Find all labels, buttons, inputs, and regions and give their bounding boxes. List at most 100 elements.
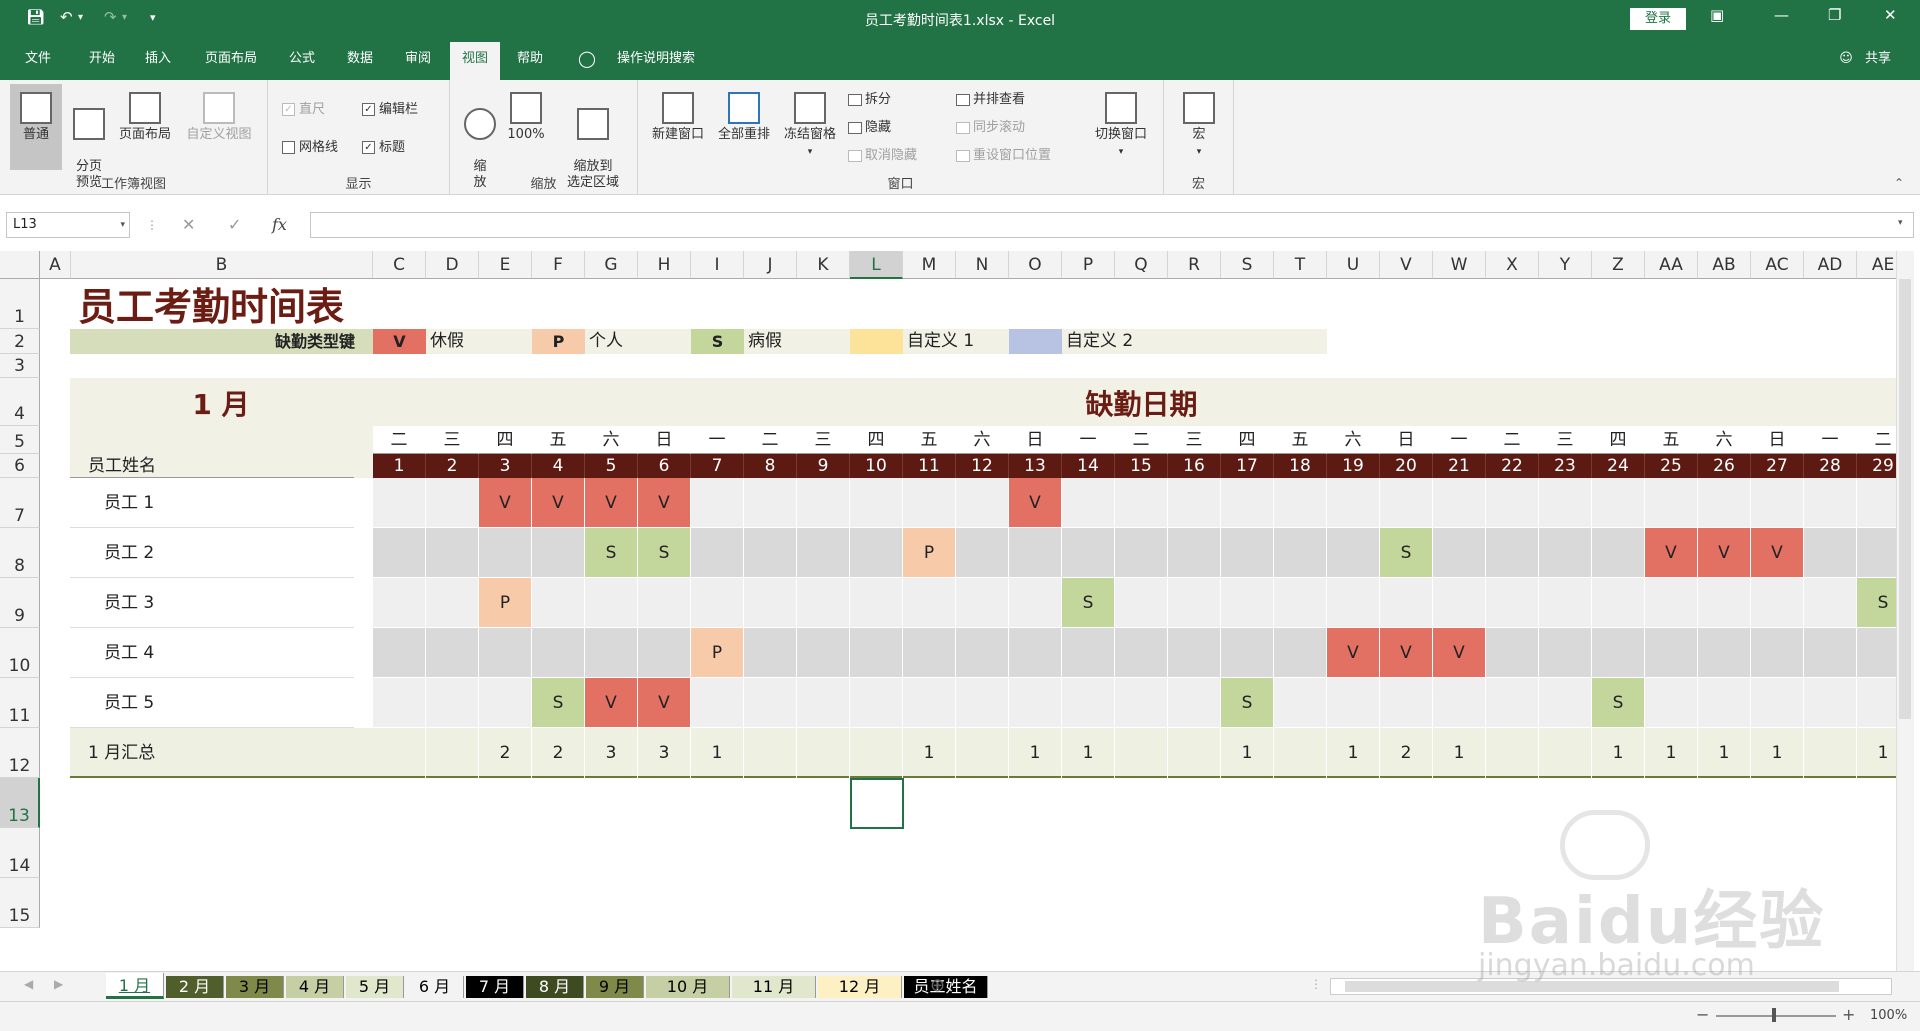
sheet-tab[interactable]: 5 月 <box>346 976 404 998</box>
new-window-button[interactable]: 新建窗口 <box>648 92 708 143</box>
attendance-cell[interactable] <box>1274 628 1327 678</box>
sheet-tab[interactable]: 8 月 <box>526 976 584 998</box>
attendance-cell[interactable]: V <box>1433 628 1486 678</box>
attendance-cell[interactable] <box>532 578 585 628</box>
col-header[interactable]: AB <box>1698 251 1751 279</box>
summary-cell[interactable]: 2 <box>1380 728 1433 778</box>
summary-cell[interactable] <box>850 728 903 778</box>
attendance-cell[interactable] <box>744 528 797 578</box>
summary-cell[interactable] <box>1274 728 1327 778</box>
attendance-cell[interactable] <box>1168 578 1221 628</box>
attendance-cell[interactable] <box>797 678 850 728</box>
gridlines-checkbox[interactable]: 网格线 <box>282 136 338 155</box>
attendance-cell[interactable]: P <box>691 628 744 678</box>
attendance-cell[interactable] <box>956 628 1009 678</box>
attendance-cell[interactable] <box>1327 478 1380 528</box>
attendance-cell[interactable]: P <box>903 528 956 578</box>
attendance-cell[interactable] <box>691 478 744 528</box>
attendance-cell[interactable] <box>1804 478 1857 528</box>
tab-page-layout[interactable]: 页面布局 <box>196 38 266 80</box>
attendance-cell[interactable] <box>691 528 744 578</box>
attendance-cell[interactable] <box>797 478 850 528</box>
sheet-tab[interactable]: 12 月 <box>818 976 902 998</box>
row-header[interactable]: 15 <box>0 878 40 928</box>
collapse-ribbon-icon[interactable]: ⌃ <box>1894 176 1904 190</box>
attendance-cell[interactable] <box>1486 678 1539 728</box>
attendance-cell[interactable] <box>691 678 744 728</box>
attendance-cell[interactable] <box>1433 478 1486 528</box>
attendance-cell[interactable] <box>479 628 532 678</box>
normal-view-button[interactable]: 普通 <box>10 84 62 170</box>
col-header[interactable]: S <box>1221 251 1274 279</box>
col-header[interactable]: X <box>1486 251 1539 279</box>
attendance-cell[interactable]: V <box>532 478 585 528</box>
macros-button[interactable]: 宏 ▾ <box>1180 92 1218 160</box>
row-header[interactable]: 4 <box>0 378 40 426</box>
zoom-slider-thumb[interactable] <box>1772 1008 1776 1022</box>
attendance-cell[interactable]: V <box>638 678 691 728</box>
attendance-cell[interactable] <box>744 578 797 628</box>
login-button[interactable]: 登录 <box>1630 8 1686 30</box>
attendance-cell[interactable] <box>1698 478 1751 528</box>
attendance-cell[interactable] <box>903 678 956 728</box>
attendance-cell[interactable] <box>1433 578 1486 628</box>
attendance-cell[interactable] <box>1221 478 1274 528</box>
col-header[interactable]: A <box>40 251 71 279</box>
attendance-cell[interactable] <box>956 578 1009 628</box>
attendance-cell[interactable] <box>1645 628 1698 678</box>
sheet-tab[interactable]: 7 月 <box>466 976 524 998</box>
attendance-cell[interactable] <box>426 578 479 628</box>
attendance-cell[interactable] <box>1804 628 1857 678</box>
attendance-cell[interactable]: V <box>1380 628 1433 678</box>
attendance-cell[interactable] <box>1486 628 1539 678</box>
summary-cell[interactable] <box>373 728 426 778</box>
attendance-cell[interactable] <box>744 678 797 728</box>
attendance-cell[interactable] <box>1380 678 1433 728</box>
attendance-cell[interactable] <box>479 678 532 728</box>
row-header[interactable]: 8 <box>0 528 40 578</box>
attendance-cell[interactable] <box>956 528 1009 578</box>
attendance-cell[interactable] <box>1009 678 1062 728</box>
insert-function-icon[interactable]: fx <box>272 215 287 234</box>
attendance-cell[interactable] <box>638 578 691 628</box>
row-header[interactable]: 6 <box>0 454 40 478</box>
attendance-cell[interactable] <box>1062 678 1115 728</box>
attendance-cell[interactable] <box>1645 478 1698 528</box>
col-header[interactable]: F <box>532 251 585 279</box>
summary-cell[interactable]: 1 <box>903 728 956 778</box>
col-header[interactable]: E <box>479 251 532 279</box>
row-header[interactable]: 9 <box>0 578 40 628</box>
col-header[interactable]: AC <box>1751 251 1804 279</box>
prev-sheet-icon[interactable]: ◀ <box>24 977 33 991</box>
summary-cell[interactable] <box>797 728 850 778</box>
attendance-cell[interactable]: P <box>479 578 532 628</box>
attendance-cell[interactable] <box>1168 678 1221 728</box>
zoom-slider[interactable] <box>1716 1015 1836 1017</box>
tab-file[interactable]: 文件 <box>16 38 60 80</box>
attendance-cell[interactable] <box>1592 628 1645 678</box>
page-layout-view-button[interactable]: 页面布局 <box>114 92 176 143</box>
attendance-cell[interactable] <box>1592 578 1645 628</box>
attendance-cell[interactable] <box>1009 628 1062 678</box>
summary-cell[interactable] <box>1115 728 1168 778</box>
attendance-cell[interactable]: V <box>1698 528 1751 578</box>
attendance-cell[interactable] <box>1751 678 1804 728</box>
row-header[interactable]: 5 <box>0 426 40 454</box>
zoom-out-icon[interactable]: − <box>1696 1005 1709 1024</box>
attendance-cell[interactable] <box>1486 528 1539 578</box>
attendance-cell[interactable] <box>1115 628 1168 678</box>
col-header[interactable]: Q <box>1115 251 1168 279</box>
summary-cell[interactable]: 1 <box>1751 728 1804 778</box>
tab-formulas[interactable]: 公式 <box>280 38 324 80</box>
attendance-cell[interactable] <box>1380 478 1433 528</box>
tab-help[interactable]: 帮助 <box>508 38 552 80</box>
attendance-cell[interactable] <box>1380 578 1433 628</box>
col-header[interactable]: M <box>903 251 956 279</box>
attendance-cell[interactable] <box>744 478 797 528</box>
summary-cell[interactable]: 1 <box>1327 728 1380 778</box>
attendance-cell[interactable] <box>1592 528 1645 578</box>
close-icon[interactable]: ✕ <box>1884 6 1897 24</box>
attendance-cell[interactable]: S <box>638 528 691 578</box>
attendance-cell[interactable] <box>373 678 426 728</box>
attendance-cell[interactable] <box>1115 578 1168 628</box>
